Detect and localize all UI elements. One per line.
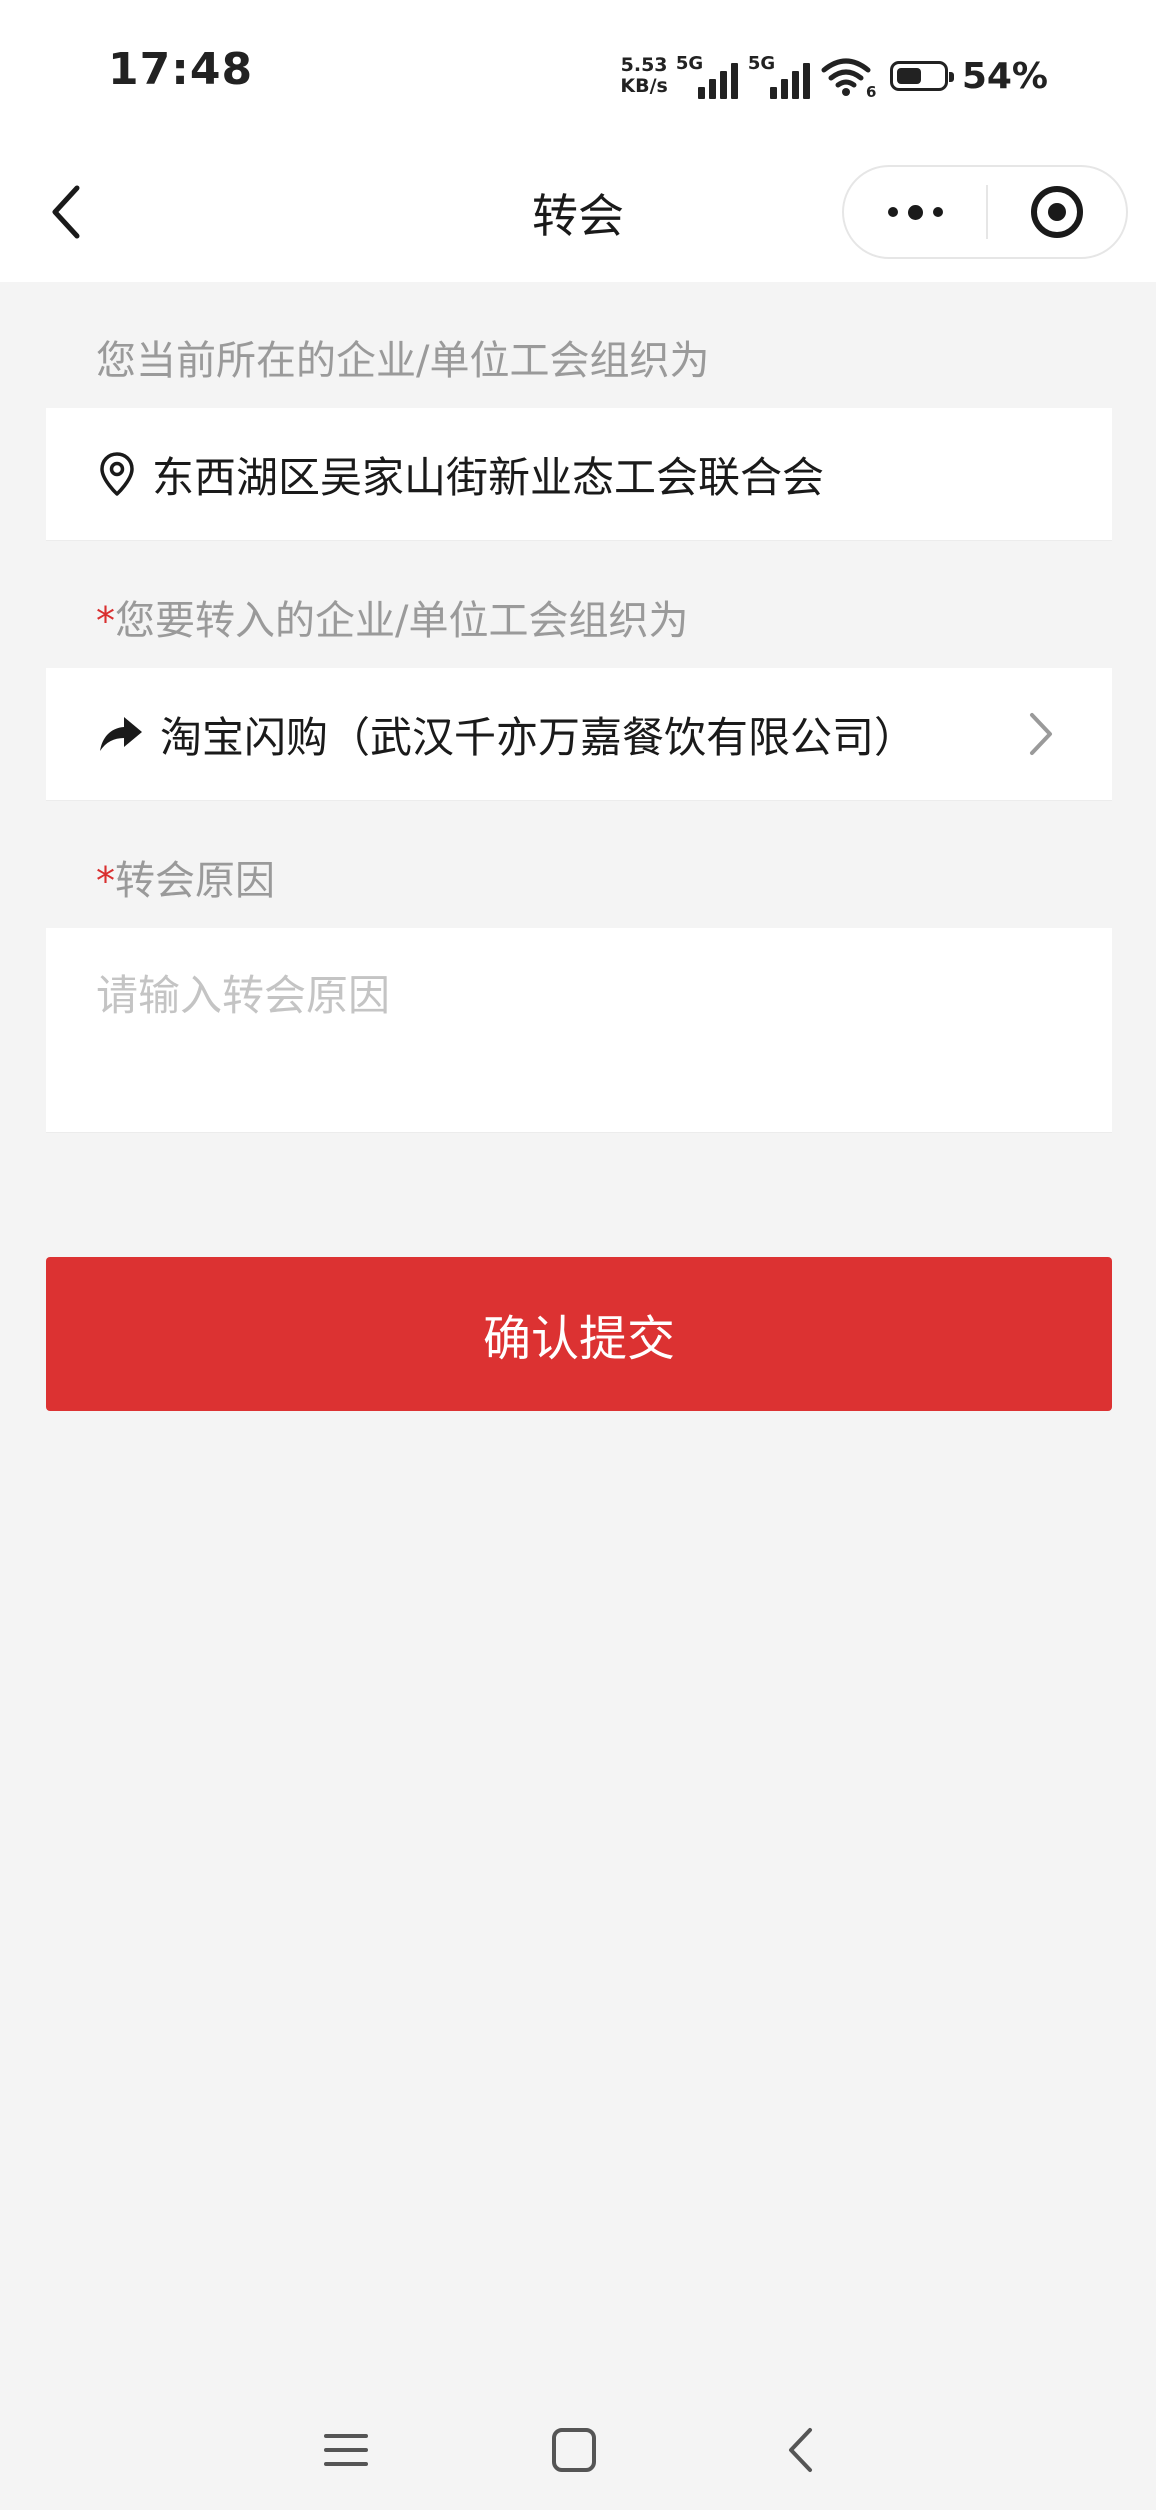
signal-2-icon: 5G [748,53,810,99]
target-icon-dot [1048,203,1066,221]
close-miniprogram-button[interactable] [988,167,1126,257]
target-org-label: 您要转入的企业/单位工会组织为 [115,598,689,644]
share-arrow-icon [100,717,142,751]
required-mark: * [96,599,115,643]
chevron-right-icon [1030,713,1052,755]
battery-icon [889,61,954,91]
more-dots-icon-right [932,207,943,217]
square-home-icon [552,2428,596,2472]
network-speed: 5.53 KB/s [620,55,667,97]
status-icons: 5.53 KB/s 5G 5G 6 54% [620,50,1048,102]
reason-card [46,928,1112,1133]
battery-fill [896,68,921,84]
miniprogram-capsule [842,165,1128,259]
current-org-value: 东西湖区吴家山街新业态工会联合会 [152,452,825,502]
required-mark: * [96,859,115,903]
more-dots-icon [887,207,898,217]
back-button[interactable] [36,180,96,244]
more-dots-icon-center [907,204,923,220]
reason-label-row: *转会原因 [96,848,275,906]
network-speed-value: 5.53 [620,54,668,76]
system-home-button[interactable] [538,2414,610,2486]
nav-header: 转会 [0,150,1156,282]
chevron-left-icon [52,185,80,239]
current-org-card: 东西湖区吴家山街新业态工会联合会 [46,408,1112,541]
target-org-selector[interactable]: 淘宝闪购（武汉千亦万嘉餐饮有限公司） [46,668,1112,801]
reason-label: 转会原因 [115,858,275,904]
target-org-label-row: *您要转入的企业/单位工会组织为 [96,588,688,646]
status-time: 17:48 [108,44,254,95]
system-nav-bar [0,2390,1156,2510]
chevron-back-icon [789,2428,812,2472]
submit-button[interactable]: 确认提交 [46,1257,1112,1411]
menu-lines-icon [324,2434,368,2466]
reason-input[interactable] [96,962,1056,1102]
wifi-icon: 6 [820,54,876,101]
current-org-label: 您当前所在的企业/单位工会组织为 [96,338,710,384]
system-back-button[interactable] [764,2414,836,2486]
more-button[interactable] [844,167,986,257]
system-menu-button[interactable] [310,2414,382,2486]
status-bar: 17:48 5.53 KB/s 5G 5G 6 54% [0,0,1156,150]
target-org-value: 淘宝闪购（武汉千亦万嘉餐饮有限公司） [160,712,917,762]
battery-percent: 54% [961,55,1048,97]
target-icon [1031,186,1083,238]
location-pin-icon [100,452,134,496]
signal-1-icon: 5G [676,53,738,99]
wifi-sub-label: 6 [866,83,876,98]
network-speed-unit: KB/s [620,75,668,97]
